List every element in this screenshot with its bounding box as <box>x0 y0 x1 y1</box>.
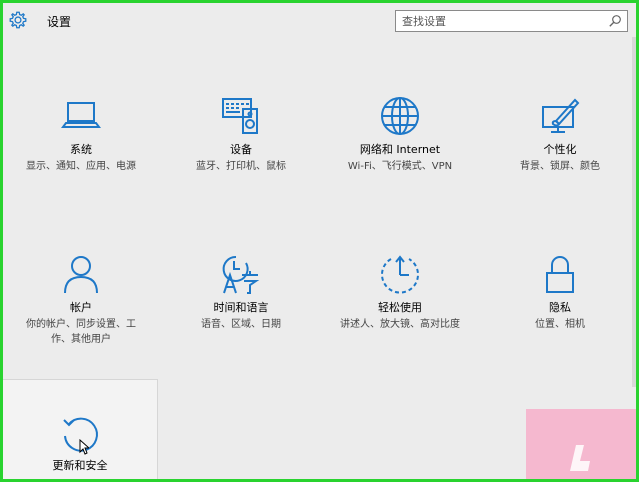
watermark-logo-icon <box>570 445 590 471</box>
search-icon[interactable] <box>608 14 622 28</box>
keyboard-speaker-icon <box>222 98 258 134</box>
lock-icon <box>546 256 574 293</box>
gear-icon <box>9 11 27 29</box>
tile-devices[interactable]: 设备 蓝牙、打印机、鼠标 <box>166 95 316 174</box>
tile-label: 隐私 <box>549 301 571 314</box>
tile-personalization[interactable]: 个性化 背景、锁屏、颜色 <box>485 95 635 174</box>
settings-window: 设置 系统 显示、通知、应用、电源 <box>3 3 636 479</box>
tile-label: 帐户 <box>70 301 92 314</box>
tile-label: 轻松使用 <box>378 301 422 314</box>
tile-update-security[interactable]: 更新和安全 <box>3 379 158 479</box>
tile-system[interactable]: 系统 显示、通知、应用、电源 <box>6 95 156 174</box>
tile-description: 你的帐户、同步设置、工作、其他用户 <box>26 319 136 345</box>
tile-network-internet[interactable]: 网络和 Internet Wi-Fi、飞行模式、VPN <box>325 95 475 174</box>
scrollbar[interactable] <box>632 37 636 387</box>
globe-icon <box>381 97 419 135</box>
tile-time-language[interactable]: 时间和语言 语音、区域、日期 <box>166 253 316 332</box>
title-bar: 设置 <box>3 3 636 37</box>
ease-of-access-icon <box>381 255 419 294</box>
time-language-icon <box>222 255 260 294</box>
tile-label: 系统 <box>70 143 92 156</box>
tile-description: 语音、区域、日期 <box>201 319 281 330</box>
tile-description: 位置、相机 <box>535 319 585 330</box>
tile-ease-of-access[interactable]: 轻松使用 讲述人、放大镜、高对比度 <box>325 253 475 332</box>
search-input[interactable] <box>402 13 602 29</box>
person-icon <box>64 256 98 294</box>
tile-description: Wi-Fi、飞行模式、VPN <box>347 161 453 172</box>
tile-label: 网络和 Internet <box>359 143 441 156</box>
laptop-icon <box>61 102 101 128</box>
watermark-overlay <box>526 409 636 479</box>
tile-label: 个性化 <box>543 143 577 156</box>
tile-description: 讲述人、放大镜、高对比度 <box>340 319 460 330</box>
tile-description: 显示、通知、应用、电源 <box>26 161 136 172</box>
tile-label: 更新和安全 <box>52 459 108 472</box>
search-box[interactable] <box>395 10 628 32</box>
paint-monitor-icon <box>542 98 580 133</box>
app-title: 设置 <box>47 15 72 29</box>
tile-description: 背景、锁屏、颜色 <box>520 161 600 172</box>
tile-description: 蓝牙、打印机、鼠标 <box>196 161 286 172</box>
tile-accounts[interactable]: 帐户 你的帐户、同步设置、工作、其他用户 <box>6 253 156 347</box>
tile-label: 时间和语言 <box>213 301 269 314</box>
tile-privacy[interactable]: 隐私 位置、相机 <box>485 253 635 332</box>
mouse-cursor-icon <box>79 439 89 455</box>
tile-label: 设备 <box>230 143 252 156</box>
